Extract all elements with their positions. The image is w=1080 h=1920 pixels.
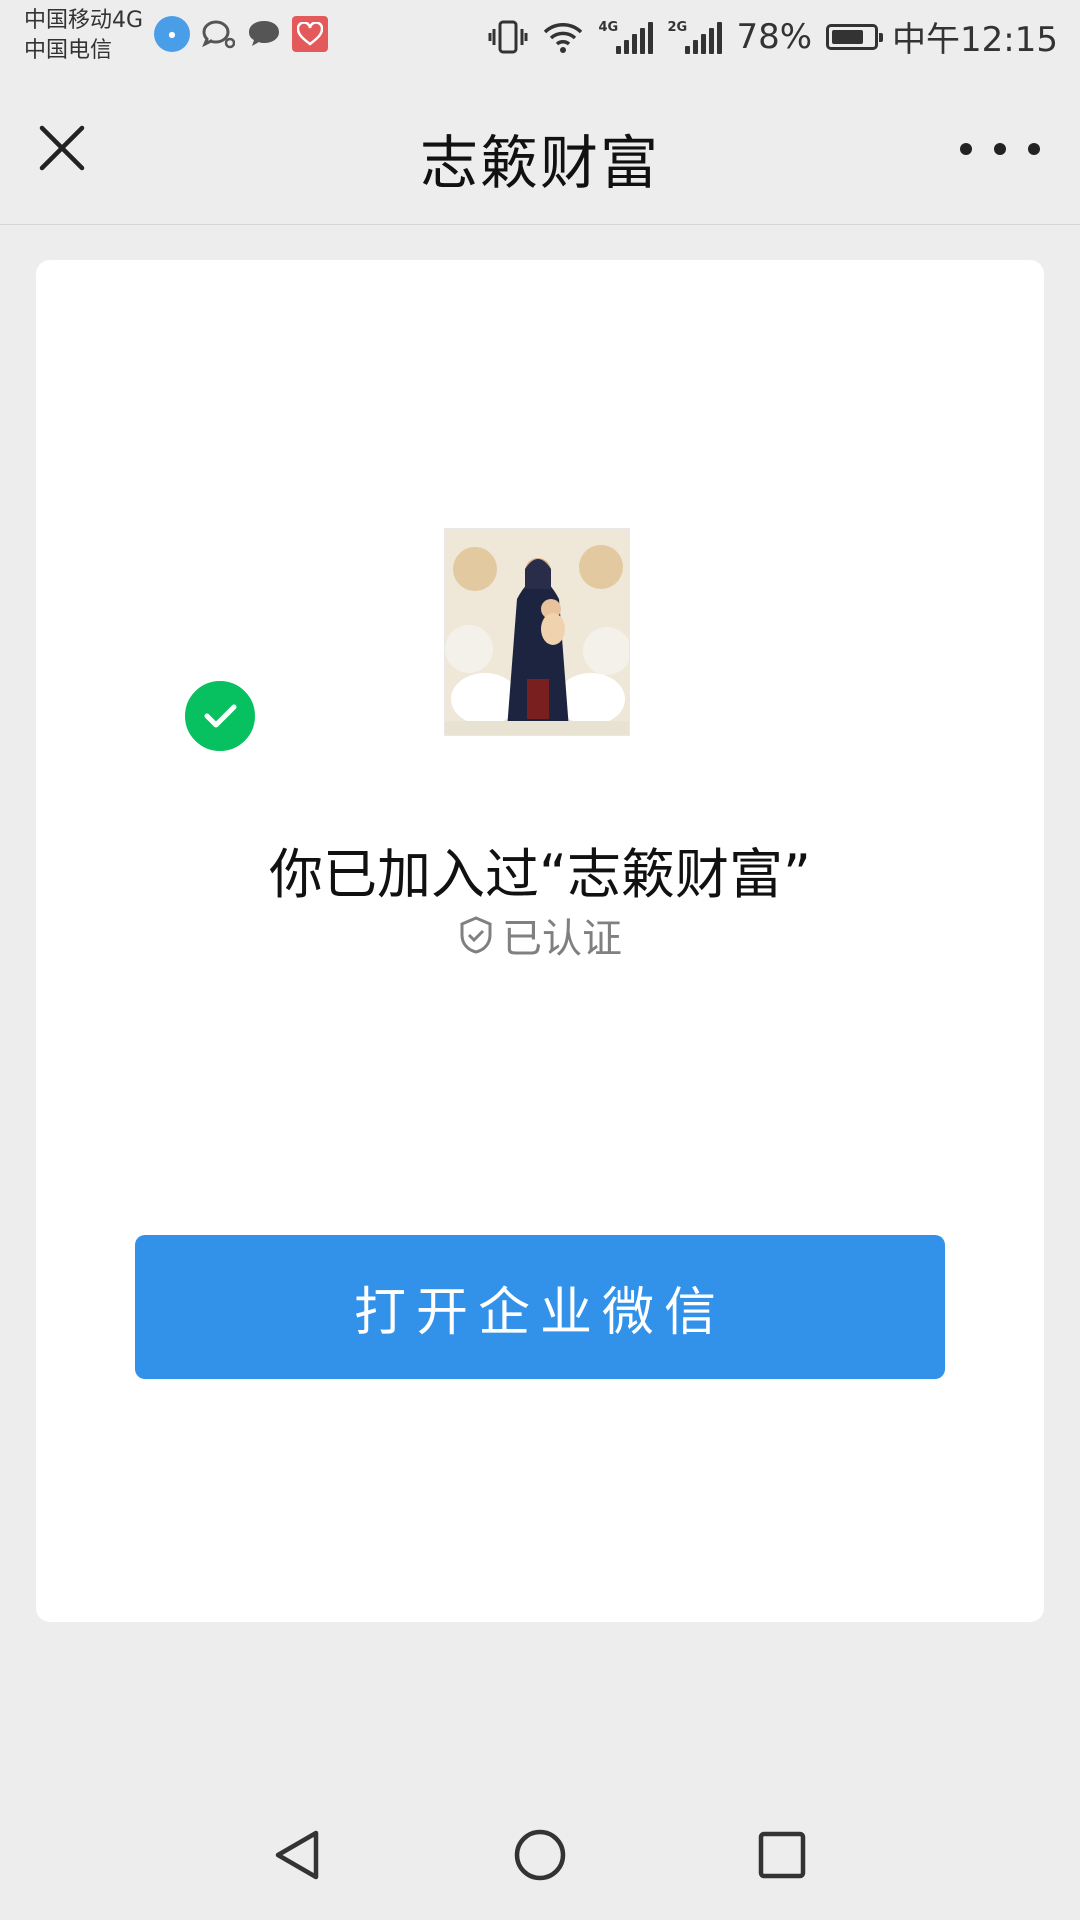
weather-icon: ● <box>154 16 190 52</box>
wifi-icon <box>544 22 583 53</box>
status-bar: 中国移动4G 中国电信 ● 4G 2G 78% 中午12:15 <box>0 0 1080 72</box>
carrier-2: 中国电信 <box>24 38 113 63</box>
more-icon-dot <box>960 143 972 155</box>
chat-icon <box>246 16 282 52</box>
verified-label: 已认证 <box>502 916 622 962</box>
more-icon-dot <box>994 143 1006 155</box>
verified-badge: 已认证 <box>36 906 1044 964</box>
carrier-1: 中国移动4G <box>24 8 144 33</box>
battery-percent: 78% <box>736 16 813 57</box>
signal-2-label: 2G <box>667 19 688 35</box>
home-icon[interactable] <box>510 1825 570 1885</box>
notification-icons: ● <box>154 16 328 52</box>
bubble-icon <box>200 16 236 52</box>
avatar-image <box>444 528 630 736</box>
status-right: 4G 2G 78% 中午12:15 <box>488 12 1058 61</box>
battery-fill <box>832 29 864 44</box>
group-avatar <box>444 528 636 736</box>
page-title: 志簌财富 <box>419 129 660 197</box>
nav-recents-button[interactable] <box>741 1814 823 1896</box>
clock: 中午12:15 <box>892 20 1058 60</box>
vibrate-icon <box>488 20 528 53</box>
system-nav-bar <box>0 1790 1080 1920</box>
joined-message: 你已加入过“志簌财富” <box>269 843 811 906</box>
nav-home-button[interactable] <box>499 1814 581 1896</box>
recents-icon[interactable] <box>752 1825 812 1885</box>
heart-app-icon <box>292 16 328 52</box>
open-wecom-button[interactable]: 打开企业微信 <box>135 1235 945 1379</box>
signal-1-label: 4G <box>598 19 619 35</box>
title-bar: 志簌财富 <box>0 72 1080 225</box>
more-icon-dot <box>1028 143 1040 155</box>
back-icon[interactable] <box>268 1825 328 1885</box>
signal-4g-icon: 4G <box>598 19 654 54</box>
join-card: 你已加入过“志簌财富” 已认证 打开企业微信 <box>36 260 1044 1622</box>
joined-check-icon <box>180 676 260 756</box>
signal-2g-icon: 2G <box>667 19 723 54</box>
carrier-info: 中国移动4G 中国电信 <box>24 6 143 66</box>
battery-icon <box>826 23 884 50</box>
more-button[interactable] <box>960 134 1040 164</box>
shield-check-icon <box>460 916 492 954</box>
nav-back-button[interactable] <box>257 1814 339 1896</box>
